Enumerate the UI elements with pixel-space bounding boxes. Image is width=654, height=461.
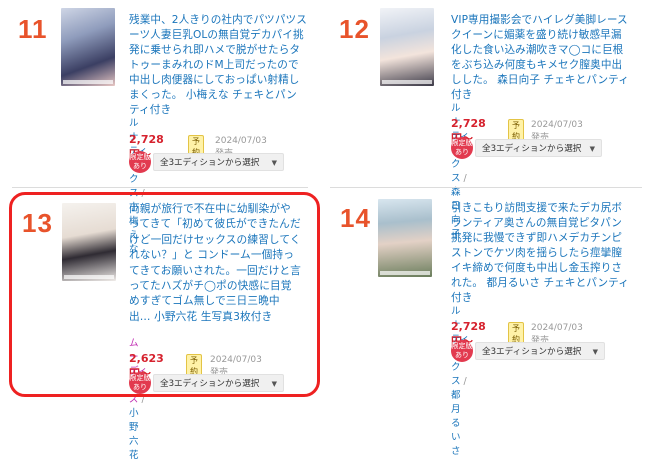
edition-select-label: 全3エディションから選択 [482,144,582,154]
product-title[interactable]: 引きこもり訪問支援で来たデカ尻ボランティア奥さんの無自覚ピタパン挑発に我慢できず… [451,201,632,306]
product-thumbnail[interactable] [61,8,115,86]
rank-number: 12 [339,14,370,44]
highlight-outline [9,192,320,397]
product-title[interactable]: 残業中、2人きりの社内でパツパツスーツ人妻巨乳OLの無自覚デカパイ挑発に乗せられ… [129,13,307,118]
chevron-down-icon: ▼ [271,159,277,167]
divider [12,187,308,188]
chevron-down-icon: ▼ [589,145,595,153]
limited-edition-badge: 限定版あり [451,340,473,362]
actress-link[interactable]: 小野六花 [129,408,139,461]
edition-select[interactable]: 全3エディションから選択 ▼ [475,342,605,360]
product-title[interactable]: VIP専用撮影会でハイレグ美脚レースクイーンに媚薬を盛り続け敏感早漏化した食い込… [451,13,629,103]
limited-edition-badge: 限定版あり [129,151,151,173]
chevron-down-icon: ▼ [592,348,598,356]
edition-select-label: 全3エディションから選択 [482,347,582,357]
edition-select[interactable]: 全3エディションから選択 ▼ [475,139,602,157]
edition-select[interactable]: 全3エディションから選択 ▼ [153,153,284,171]
product-thumbnail[interactable] [380,8,434,86]
rank-number: 14 [340,203,371,233]
edition-select-label: 全3エディションから選択 [160,158,260,168]
actress-link[interactable]: 都月るいさ [451,390,461,457]
product-thumbnail[interactable] [378,199,432,277]
rank-number: 11 [18,14,48,44]
limited-edition-badge: 限定版あり [451,137,473,159]
divider [330,187,642,188]
